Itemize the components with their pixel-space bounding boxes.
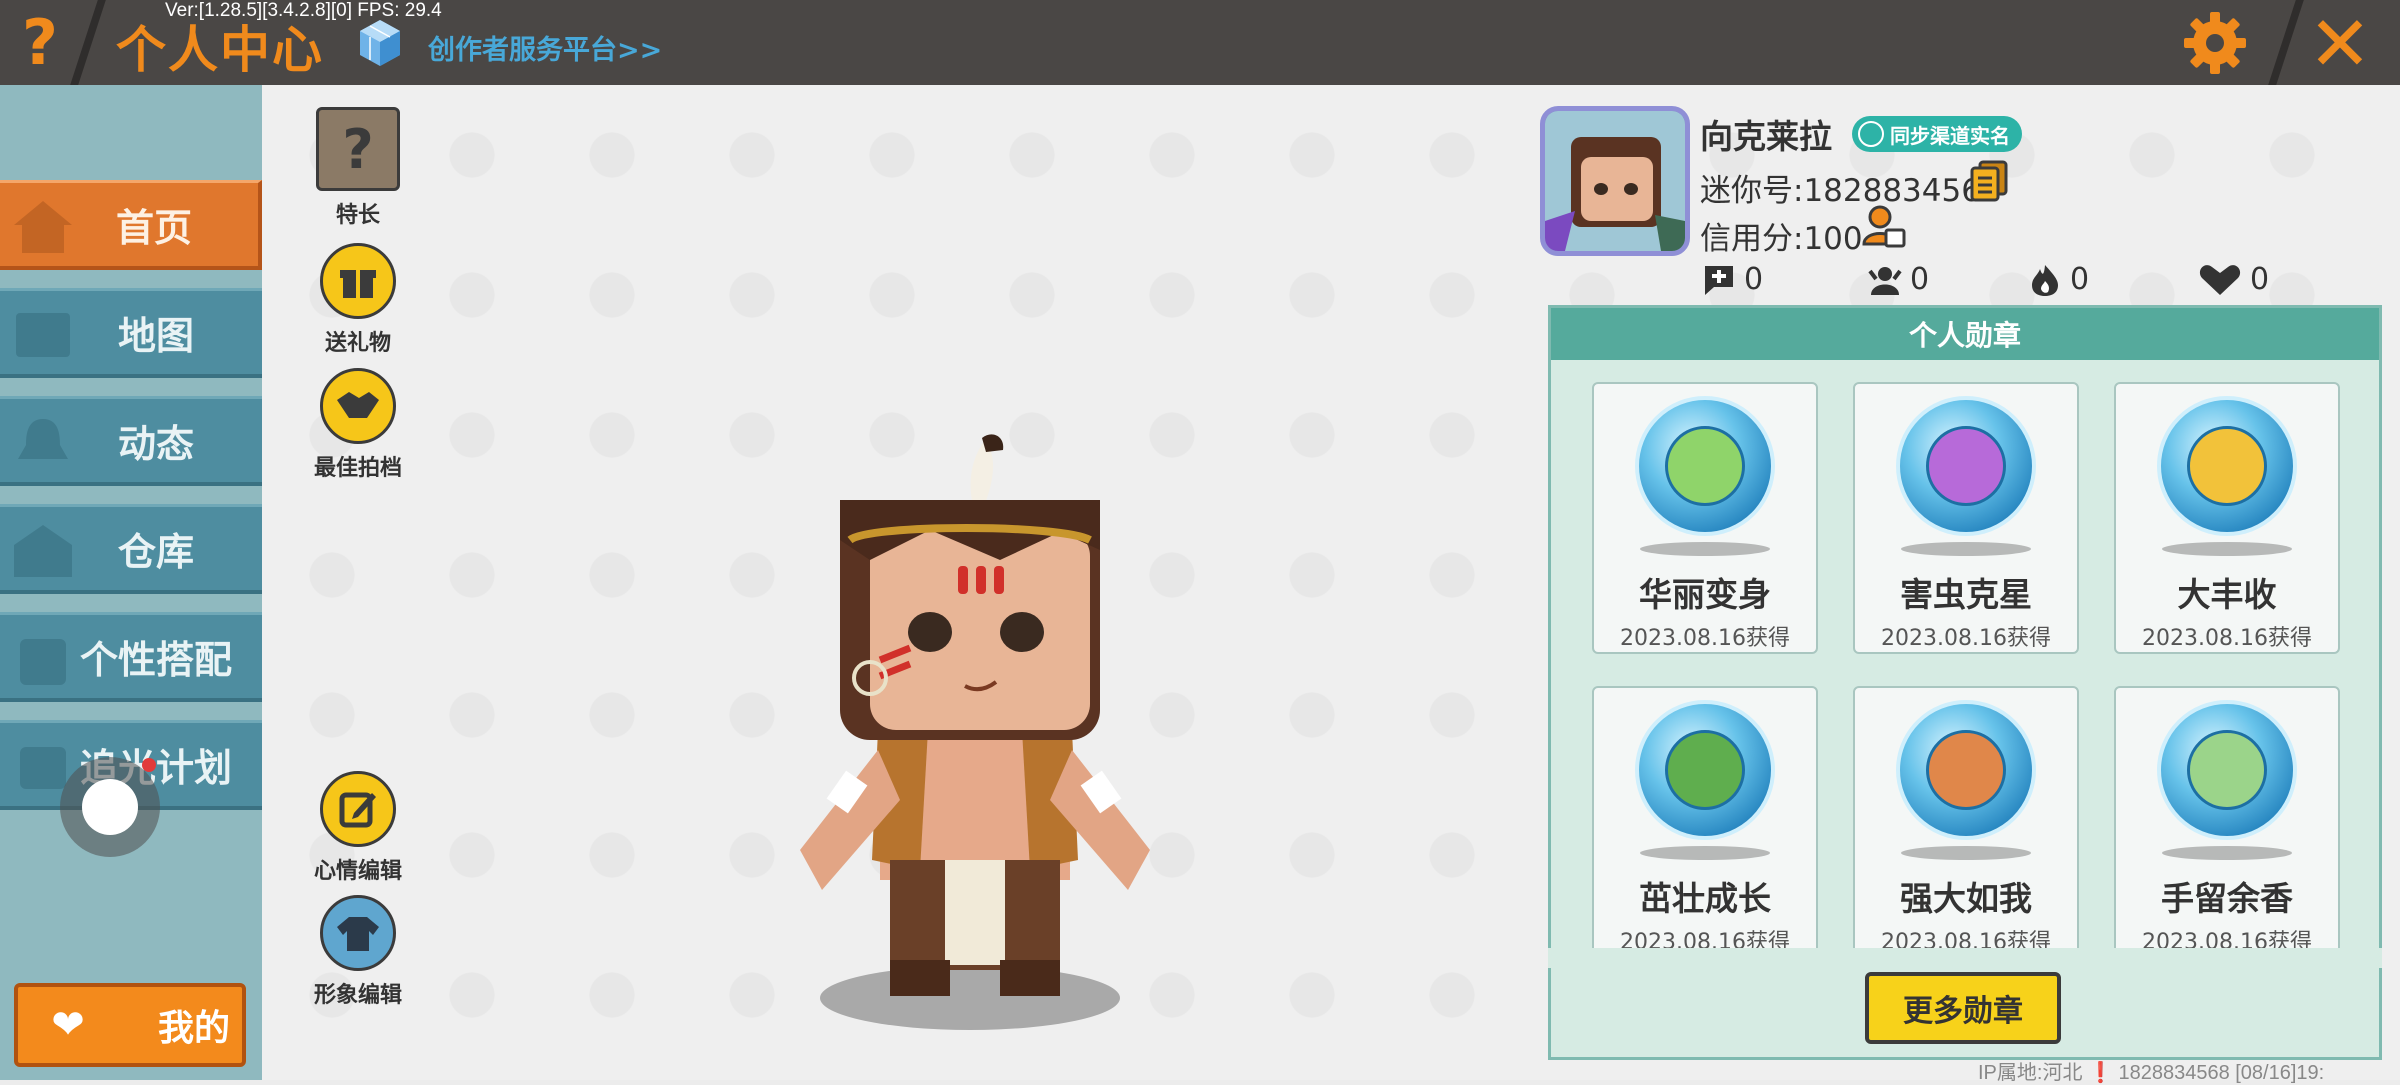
medal-name: 大丰收 <box>2177 575 2277 614</box>
medals-header: 个人勋章 <box>1551 308 2379 360</box>
fire-icon <box>2032 264 2058 296</box>
sidebar: 首页 地图 动态 仓库 个性搭配 追光计划 <box>0 85 262 1080</box>
medal-shadow <box>1640 846 1770 860</box>
map-icon <box>16 313 70 357</box>
personal-medals-panel: 个人勋章 华丽变身 2023.08.16获得 害虫克星 2023.08.16获得… <box>1548 305 2382 1060</box>
shirt-icon <box>320 895 396 971</box>
profile-avatar[interactable] <box>1540 106 1690 256</box>
medal-badge-icon <box>2157 396 2297 536</box>
sync-real-name-badge[interactable]: 同步渠道实名 <box>1852 116 2022 152</box>
specialty-label: 特长 <box>335 203 380 228</box>
medal-name: 手留余香 <box>2161 879 2293 918</box>
user-icon <box>1858 121 1884 147</box>
divider <box>2268 0 2304 85</box>
medal-shadow <box>2162 542 2292 556</box>
cube-icon[interactable] <box>358 18 402 68</box>
floating-assistant-ball[interactable] <box>60 757 160 857</box>
warehouse-icon <box>14 525 72 577</box>
medal-shadow <box>1901 542 2031 556</box>
gear-icon[interactable] <box>2180 8 2250 78</box>
credit-score: 信用分:100 <box>1700 221 1863 257</box>
notification-dot <box>142 758 156 772</box>
medal-shadow <box>1901 846 2031 860</box>
handshake-icon <box>320 368 396 444</box>
avatar-portrait <box>1545 111 1685 251</box>
heart-hand-icon <box>2199 264 2241 295</box>
stat-fans: 0 <box>1868 262 1929 297</box>
send-gift-label: 送礼物 <box>324 331 391 356</box>
medal-name: 华丽变身 <box>1639 575 1771 614</box>
send-gift-button[interactable]: 送礼物 <box>298 243 418 357</box>
sidebar-item-home[interactable]: 首页 <box>0 180 262 270</box>
medal-card[interactable]: 害虫克星 2023.08.16获得 <box>1853 382 2079 654</box>
sidebar-item-outfit[interactable]: 个性搭配 <box>0 612 262 702</box>
floating-ball-knob <box>82 779 138 835</box>
stat-value: 0 <box>1910 262 1930 297</box>
medal-badge-icon <box>2157 700 2297 840</box>
gift-icon <box>320 243 396 319</box>
image-edit-button[interactable]: 形象编辑 <box>298 895 418 1009</box>
medal-card[interactable]: 强大如我 2023.08.16获得 <box>1853 686 2079 958</box>
mini-id: 迷你号:1828834568 <box>1700 173 2001 209</box>
question-box-icon: ? <box>316 107 400 191</box>
best-partner-button[interactable]: 最佳拍档 <box>298 368 418 482</box>
username: 向克莱拉 <box>1700 117 1832 156</box>
plus-flag-icon <box>1705 265 1733 295</box>
medal-badge-icon <box>1635 700 1775 840</box>
stat-value: 0 <box>2250 262 2270 297</box>
stat-value: 0 <box>2070 262 2090 297</box>
bell-icon <box>18 419 68 459</box>
help-button[interactable]: ? <box>0 0 80 85</box>
more-medals-button[interactable]: 更多勋章 <box>1865 972 2061 1044</box>
copy-icon[interactable] <box>1970 160 2008 202</box>
mood-edit-label: 心情编辑 <box>313 859 402 884</box>
sidebar-item-label: 动态 <box>117 422 194 466</box>
stat-value: 0 <box>1744 262 1764 297</box>
medal-name: 茁壮成长 <box>1639 879 1771 918</box>
medal-shadow <box>1640 542 1770 556</box>
creator-platform-link[interactable]: 创作者服务平台>> <box>428 28 662 67</box>
medal-name: 害虫克星 <box>1900 575 2032 614</box>
close-button[interactable]: ✕ <box>2300 0 2380 88</box>
medal-badge-icon <box>1896 396 2036 536</box>
heart-icon: ❤ <box>51 1002 85 1048</box>
sidebar-item-label: 地图 <box>117 314 194 358</box>
footer-info: IP属地:河北 ❗ 1828834568 [08/16]19: <box>1978 1062 2325 1084</box>
top-bar: ? 个人中心 Ver:[1.28.5][3.4.2.8][0] FPS: 29.… <box>0 0 2400 88</box>
edit-icon <box>320 771 396 847</box>
medal-card[interactable]: 手留余香 2023.08.16获得 <box>2114 686 2340 958</box>
best-partner-label: 最佳拍档 <box>313 456 402 481</box>
medal-scroll-clip <box>1548 948 2382 968</box>
medal-card[interactable]: 大丰收 2023.08.16获得 <box>2114 382 2340 654</box>
stat-plus: 0 <box>1702 262 1763 297</box>
mine-button[interactable]: ❤ 我的 <box>14 983 246 1067</box>
sidebar-item-feed[interactable]: 动态 <box>0 396 262 486</box>
specialty-button[interactable]: ? 特长 <box>298 107 418 229</box>
credit-user-icon[interactable] <box>1862 204 1906 248</box>
medal-shadow <box>2162 846 2292 860</box>
medal-date: 2023.08.16获得 <box>2142 626 2312 651</box>
image-edit-label: 形象编辑 <box>313 983 402 1008</box>
sidebar-item-label: 首页 <box>115 206 192 250</box>
sidebar-item-label: 个性搭配 <box>79 638 232 682</box>
medal-card[interactable]: 华丽变身 2023.08.16获得 <box>1592 382 1818 654</box>
medal-badge-icon <box>1896 700 2036 840</box>
fan-icon <box>1868 266 1902 295</box>
medal-date: 2023.08.16获得 <box>1881 626 2051 651</box>
medal-date: 2023.08.16获得 <box>1620 626 1790 651</box>
medal-name: 强大如我 <box>1900 879 2032 918</box>
stat-heat: 0 <box>2028 262 2089 297</box>
medal-badge-icon <box>1635 396 1775 536</box>
sidebar-item-map[interactable]: 地图 <box>0 288 262 378</box>
sync-badge-label: 同步渠道实名 <box>1890 123 2010 148</box>
medal-card[interactable]: 茁壮成长 2023.08.16获得 <box>1592 686 1818 958</box>
sidebar-item-warehouse[interactable]: 仓库 <box>0 504 262 594</box>
sidebar-item-label: 仓库 <box>117 530 194 574</box>
stat-likes: 0 <box>2198 262 2269 297</box>
player-avatar-character <box>800 434 1150 1030</box>
mine-label: 我的 <box>158 1008 231 1049</box>
mood-edit-button[interactable]: 心情编辑 <box>298 771 418 885</box>
